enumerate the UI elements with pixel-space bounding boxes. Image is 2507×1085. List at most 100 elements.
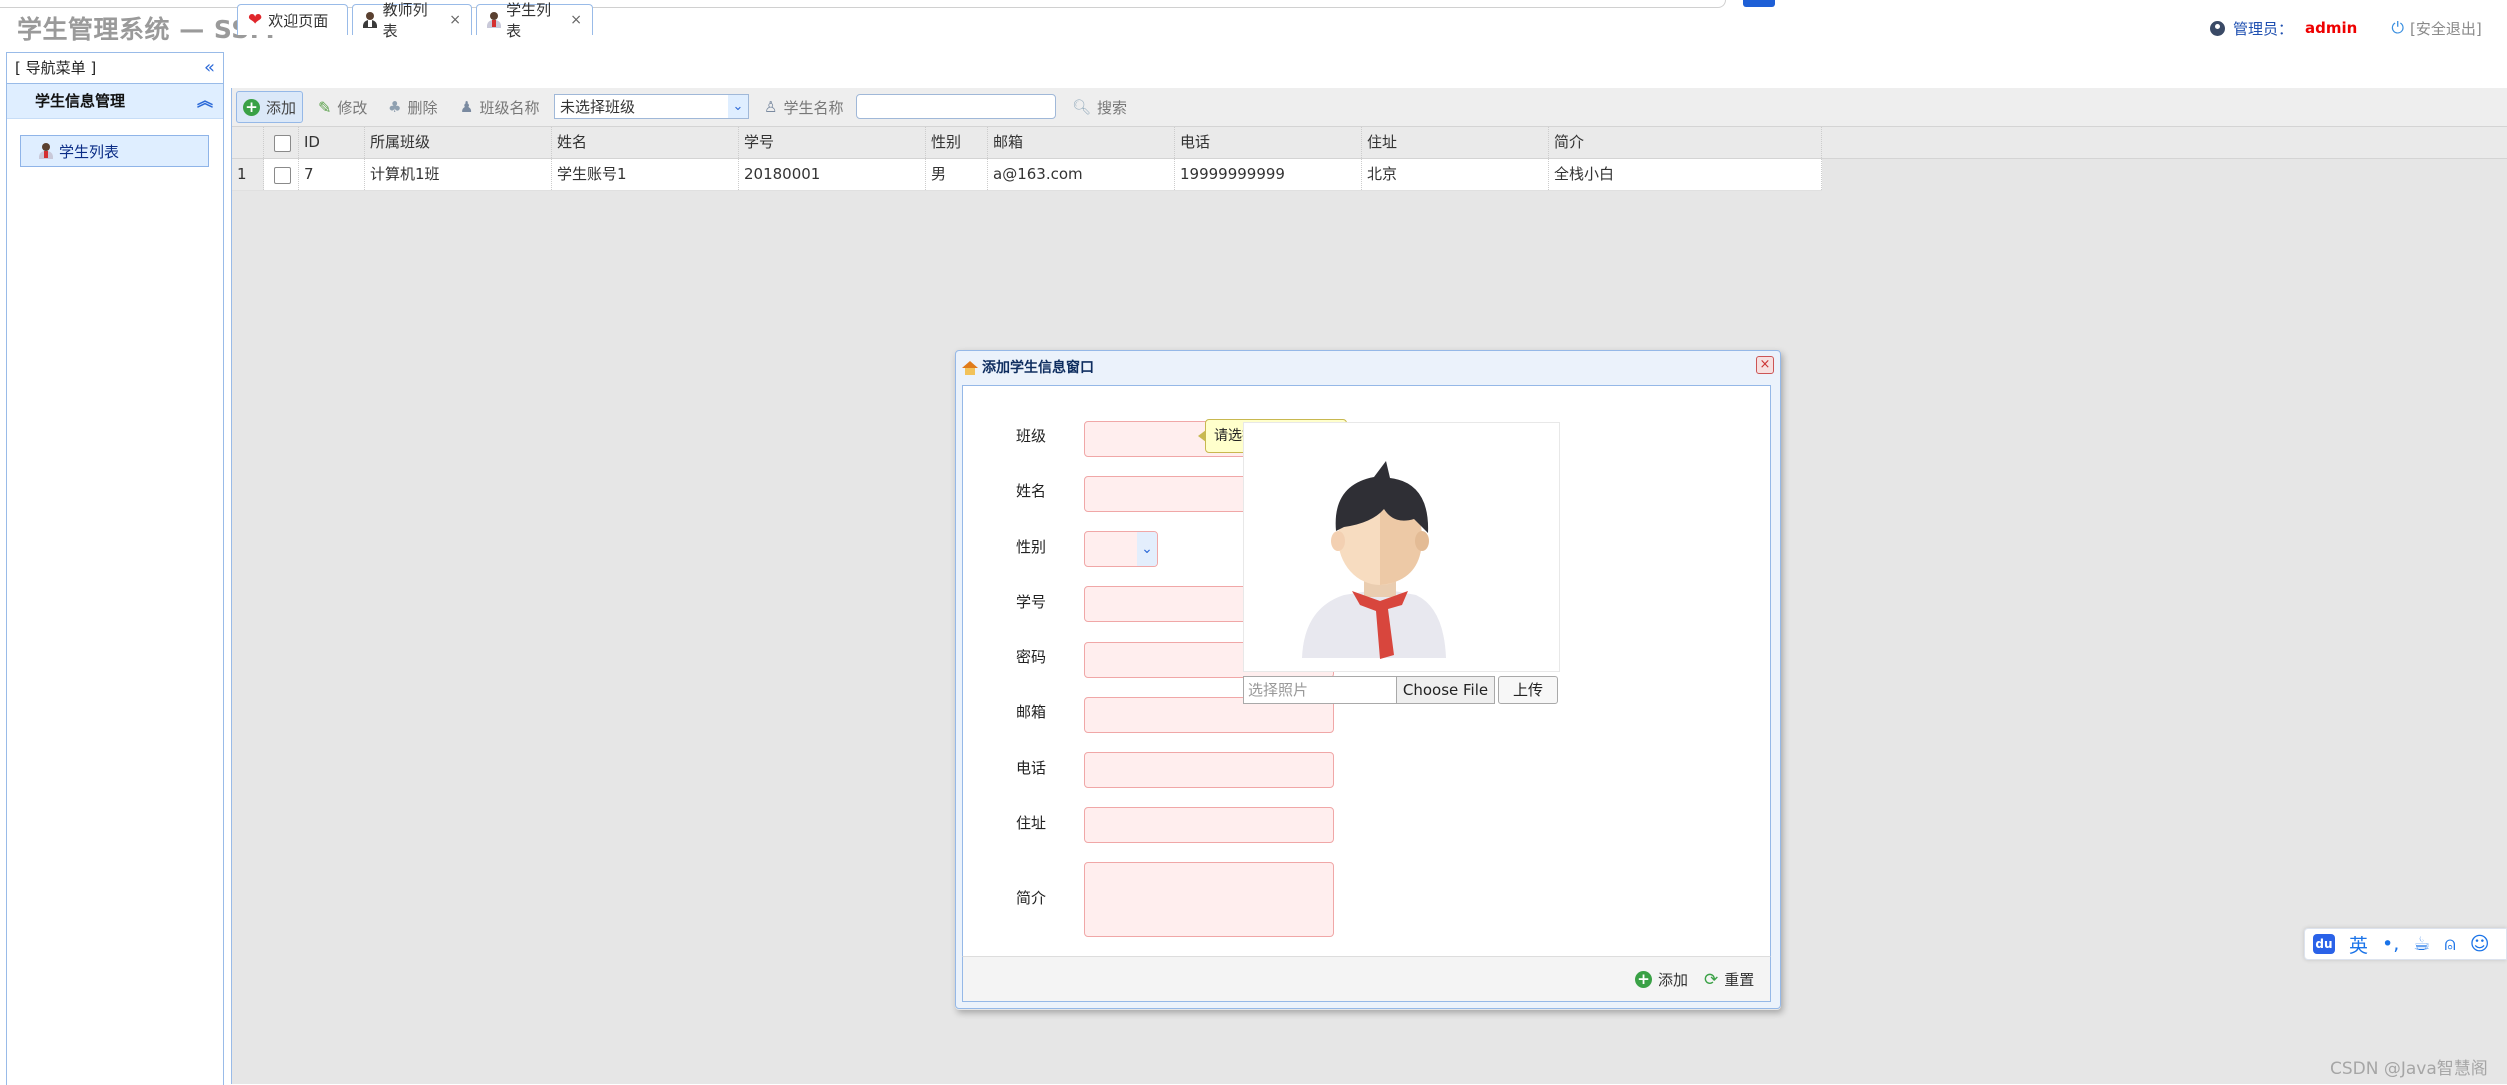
home-icon — [962, 361, 978, 375]
close-icon[interactable]: × — [570, 12, 582, 28]
column-header[interactable]: 性别 — [926, 127, 988, 158]
dialog-body: 班级 姓名 性别 学号 密码 邮箱 电话 住址 简介 ⌄ 请选择所属班级哟~ ⌄ — [962, 385, 1771, 957]
search-icon: 🔍︎ — [1072, 98, 1092, 116]
chevron-up-icon[interactable]: ︽ — [197, 84, 213, 118]
row-checkbox[interactable] — [274, 167, 291, 184]
column-header[interactable]: 姓名 — [552, 127, 739, 158]
class-icon: ♟ — [460, 98, 474, 116]
dialog-add-button[interactable]: + 添加 — [1635, 969, 1688, 990]
dialog-reset-button[interactable]: ⟳ 重置 — [1704, 969, 1754, 990]
delete-button[interactable]: ♣ 删除 — [382, 91, 443, 123]
column-header[interactable]: 所属班级 — [365, 127, 552, 158]
edit-label: 修改 — [337, 98, 368, 117]
add-button[interactable]: + 添加 — [236, 91, 304, 123]
baidu-ime-icon[interactable]: du — [2313, 934, 2335, 954]
tab-student-list[interactable]: 学生列表 × — [476, 1, 593, 40]
label-intro: 简介 — [1015, 889, 1046, 907]
cell-student-no: 20180001 — [739, 159, 926, 190]
dialog-title: 添加学生信息窗口 — [982, 360, 1094, 376]
photo-controls: 选择照片 Choose File 上传 — [1243, 676, 1558, 704]
address-field[interactable] — [1084, 807, 1334, 843]
grid-toolbar: + 添加 ✎ 修改 ♣ 删除 ♟ 班级名称 未选择班级 ⌄ ♙ 学生名称 🔍︎ … — [232, 88, 2507, 127]
nav-group-student-info[interactable]: 学生信息管理 ︽ — [7, 84, 223, 119]
chevron-down-icon[interactable]: ⌄ — [728, 95, 748, 118]
tab-label: 学生列表 — [506, 1, 552, 40]
label-password: 密码 — [1015, 648, 1046, 666]
dialog-close-button[interactable]: × — [1756, 356, 1774, 374]
cell-class: 计算机1班 — [365, 159, 552, 190]
dialog-title-bar[interactable]: 添加学生信息窗口 — [962, 357, 1094, 379]
nav-panel: [ 导航菜单 ] « 学生信息管理 ︽ 学生列表 — [6, 52, 224, 1085]
cup-icon[interactable]: ☕︎ — [2413, 933, 2430, 955]
ime-toolbar: du 英 •, ☕︎ ⍝ ☺ — [2304, 928, 2507, 960]
phone-field[interactable] — [1084, 752, 1334, 788]
collapse-panel-icon[interactable]: « — [204, 53, 215, 83]
grid-header-row: ID 所属班级 姓名 学号 性别 邮箱 电话 住址 简介 — [232, 127, 1822, 159]
table-row[interactable]: 1 7 计算机1班 学生账号1 20180001 男 a@163.com 199… — [232, 159, 1822, 191]
class-filter-value: 未选择班级 — [560, 98, 636, 116]
dialog-add-label: 添加 — [1658, 971, 1689, 989]
student-name-text: 学生名称 — [783, 98, 844, 117]
add-icon: + — [243, 98, 260, 116]
ime-lang-toggle[interactable]: 英 — [2349, 931, 2368, 958]
cell-id: 7 — [299, 159, 365, 190]
edit-button[interactable]: ✎ 修改 — [312, 91, 373, 123]
logout-link[interactable]: ⏻ [安全退出] — [2391, 18, 2481, 39]
tab-welcome[interactable]: ❤ 欢迎页面 — [237, 4, 348, 35]
emoji-icon[interactable]: ☺ — [2470, 933, 2490, 955]
tab-bar — [231, 52, 2507, 89]
column-header[interactable]: 简介 — [1549, 127, 1822, 158]
tab-teacher-list[interactable]: 教师列表 × — [352, 1, 472, 40]
default-avatar-image — [1302, 461, 1446, 659]
select-all-checkbox[interactable] — [274, 135, 291, 152]
delete-label: 删除 — [407, 98, 438, 117]
nav-group-label: 学生信息管理 — [35, 92, 126, 110]
nav-panel-header: [ 导航菜单 ] « — [7, 53, 223, 84]
sidebar-item-label: 学生列表 — [59, 142, 120, 161]
label-address: 住址 — [1015, 814, 1046, 832]
cell-email: a@163.com — [988, 159, 1175, 190]
close-icon[interactable]: × — [449, 12, 461, 28]
csdn-watermark: CSDN @Java智慧阁 — [2330, 1059, 2488, 1079]
nav-panel-title: [ 导航菜单 ] — [15, 59, 97, 77]
photo-path-input[interactable]: 选择照片 — [1243, 676, 1397, 704]
add-label: 添加 — [266, 98, 297, 117]
gender-select[interactable]: ⌄ — [1084, 531, 1158, 567]
cell-address: 北京 — [1362, 159, 1549, 190]
chevron-down-icon[interactable]: ⌄ — [1137, 532, 1157, 566]
class-filter-select[interactable]: 未选择班级 ⌄ — [554, 94, 749, 119]
intro-textarea[interactable] — [1084, 862, 1334, 937]
student-name-label: ♙ 学生名称 — [758, 91, 849, 123]
choose-file-button[interactable]: Choose File — [1397, 676, 1495, 704]
dialog-reset-label: 重置 — [1724, 971, 1755, 989]
student-name-input[interactable] — [856, 94, 1056, 119]
column-header[interactable]: ID — [299, 127, 365, 158]
student-photo — [1243, 422, 1560, 672]
admin-username: admin — [2305, 19, 2358, 37]
column-header[interactable]: 住址 — [1362, 127, 1549, 158]
student-icon — [39, 143, 53, 159]
new-badge — [1743, 0, 1775, 7]
cell-name: 学生账号1 — [552, 159, 739, 190]
label-phone: 电话 — [1015, 759, 1046, 777]
column-header[interactable]: 学号 — [739, 127, 926, 158]
tab-label: 教师列表 — [382, 1, 428, 40]
sidebar-item-student-list[interactable]: 学生列表 — [20, 135, 209, 167]
column-header[interactable]: 邮箱 — [988, 127, 1175, 158]
punctuation-icon[interactable]: •, — [2382, 933, 2399, 955]
heart-icon: ❤ — [248, 10, 263, 30]
class-filter-label: ♟ 班级名称 — [454, 91, 545, 123]
rownum-header — [232, 127, 264, 158]
search-label: 搜索 — [1097, 98, 1128, 117]
upload-button[interactable]: 上传 — [1498, 676, 1558, 704]
cell-phone: 19999999999 — [1175, 159, 1362, 190]
search-button[interactable]: 🔍︎ 搜索 — [1066, 91, 1133, 123]
admin-area: 管理员： admin ⏻ [安全退出] — [2210, 17, 2482, 39]
skin-icon[interactable]: ⍝ — [2444, 933, 2455, 955]
column-header[interactable]: 电话 — [1175, 127, 1362, 158]
label-name: 姓名 — [1015, 482, 1046, 500]
cell-intro: 全栈小白 — [1549, 159, 1822, 190]
user-icon — [2210, 20, 2225, 36]
delete-icon: ♣ — [388, 98, 402, 116]
label-student-no: 学号 — [1015, 593, 1046, 611]
